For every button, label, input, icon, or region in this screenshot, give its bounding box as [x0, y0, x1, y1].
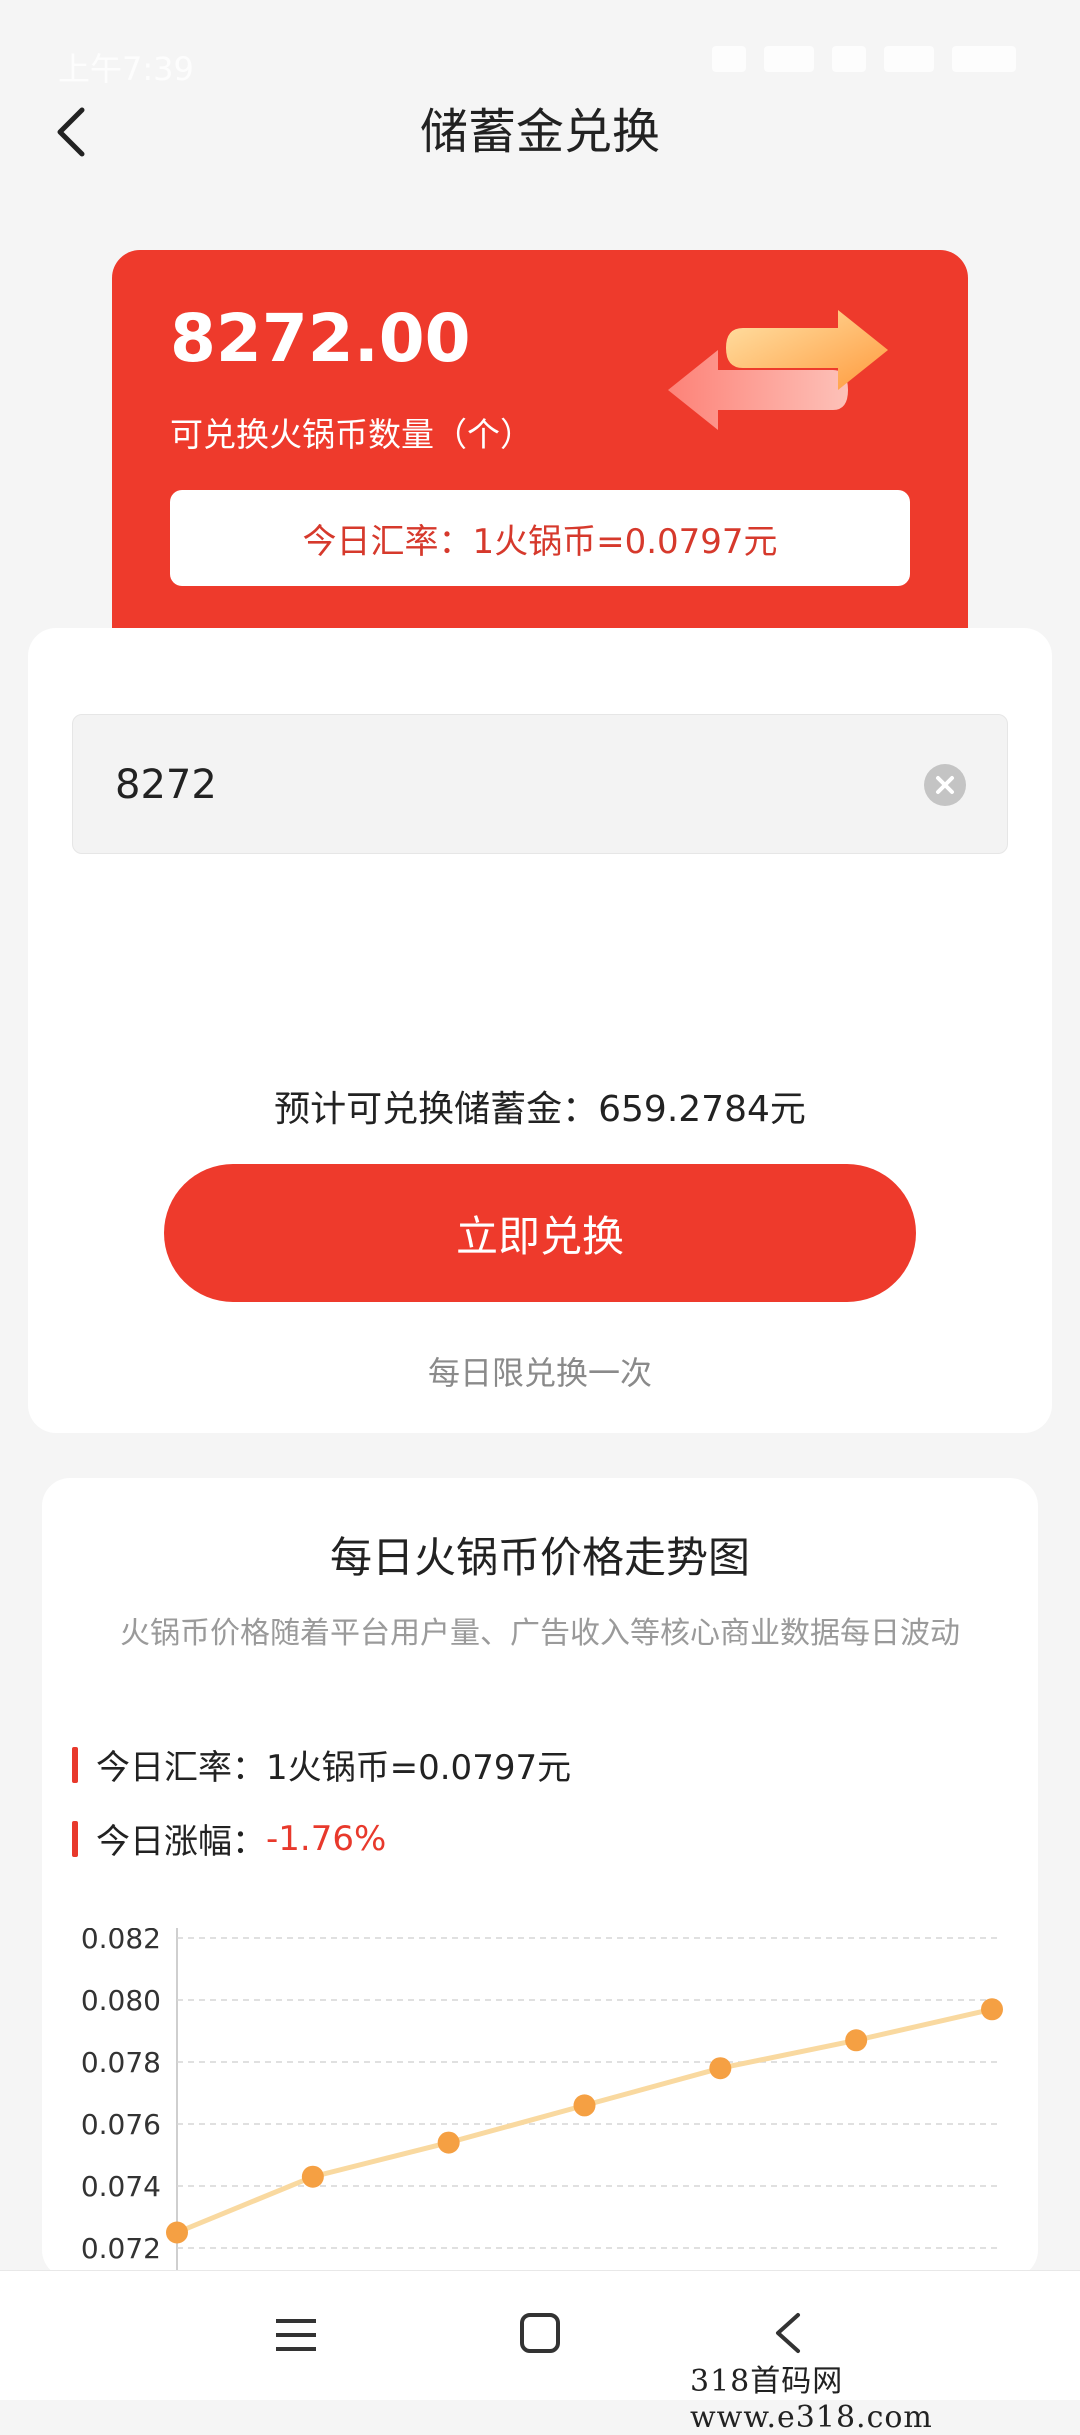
- data-point[interactable]: [301, 2165, 324, 2188]
- signal-icon: [764, 46, 814, 72]
- data-point[interactable]: [573, 2094, 596, 2117]
- limit-note: 每日限兑换一次: [427, 1354, 652, 1392]
- status-icons: [712, 46, 1016, 72]
- form-card: 预计可兑换储蓄金：659.2784元 立即兑换 每日限兑换一次: [28, 628, 1052, 1433]
- balance-label: 可兑换火锅币数量（个）: [170, 415, 533, 454]
- stat-marker: [72, 1746, 78, 1783]
- data-point[interactable]: [437, 2131, 460, 2154]
- battery-icon: [952, 46, 1016, 72]
- y-tick-label: 0.076: [81, 2108, 161, 2141]
- balance-card: 8272.00 可兑换火锅币数量（个） 今日汇率：1火锅币=0.0797元: [112, 250, 968, 630]
- y-tick-label: 0.074: [81, 2170, 161, 2203]
- price-series-line: [176, 2006, 993, 2235]
- y-tick-label: 0.072: [81, 2232, 161, 2265]
- chart-title: 每日火锅币价格走势图: [329, 1533, 750, 1582]
- back-nav-icon[interactable]: [770, 2311, 806, 2355]
- menu-icon[interactable]: [272, 2315, 320, 2355]
- rate-stat-value: 1火锅币=0.0797元: [266, 1748, 572, 1788]
- y-tick-label: 0.078: [81, 2046, 161, 2079]
- price-trend-chart: 0.082 0.080 0.078 0.076 0.074 0.072: [81, 1928, 1003, 2270]
- change-stat-value: -1.76%: [266, 1818, 387, 1859]
- change-stat: 今日涨幅： -1.76%: [72, 1814, 386, 1863]
- trend-card: 每日火锅币价格走势图 火锅币价格随着平台用户量、广告收入等核心商业数据每日波动 …: [42, 1478, 1038, 2278]
- clear-icon[interactable]: [923, 763, 967, 807]
- data-point[interactable]: [709, 2057, 732, 2080]
- page-title: 储蓄金兑换: [419, 104, 660, 160]
- rate-box: 今日汇率：1火锅币=0.0797元: [170, 490, 910, 586]
- balance-amount: 8272.00: [170, 300, 471, 377]
- data-point[interactable]: [981, 1998, 1003, 2021]
- redeem-button[interactable]: 立即兑换: [164, 1164, 916, 1302]
- data-point[interactable]: [845, 2029, 868, 2052]
- data-point[interactable]: [166, 2221, 188, 2244]
- estimate-text: 预计可兑换储蓄金：659.2784元: [274, 1089, 806, 1130]
- signal-icon-2: [884, 46, 934, 72]
- amount-input[interactable]: [115, 715, 915, 855]
- y-tick-label: 0.082: [81, 1928, 161, 1955]
- chart-subtitle: 火锅币价格随着平台用户量、广告收入等核心商业数据每日波动: [120, 1616, 960, 1651]
- y-tick-label: 0.080: [81, 1984, 161, 2017]
- exchange-arrows-icon: [668, 310, 888, 430]
- watermark-text: 318首码网 www.e318.com: [690, 2364, 933, 2435]
- stat-marker: [72, 1820, 78, 1857]
- hd-icon-2: [832, 46, 866, 72]
- status-time: 上午7:39: [58, 50, 194, 88]
- rate-stat-label: 今日汇率：: [96, 1748, 266, 1788]
- home-square-icon[interactable]: [518, 2311, 562, 2355]
- amount-input-wrapper: [72, 714, 1008, 855]
- rate-stat: 今日汇率： 1火锅币=0.0797元: [72, 1740, 571, 1789]
- hd-icon: [712, 46, 746, 72]
- change-stat-label: 今日涨幅：: [96, 1822, 266, 1862]
- header: 储蓄金兑换: [0, 90, 1080, 180]
